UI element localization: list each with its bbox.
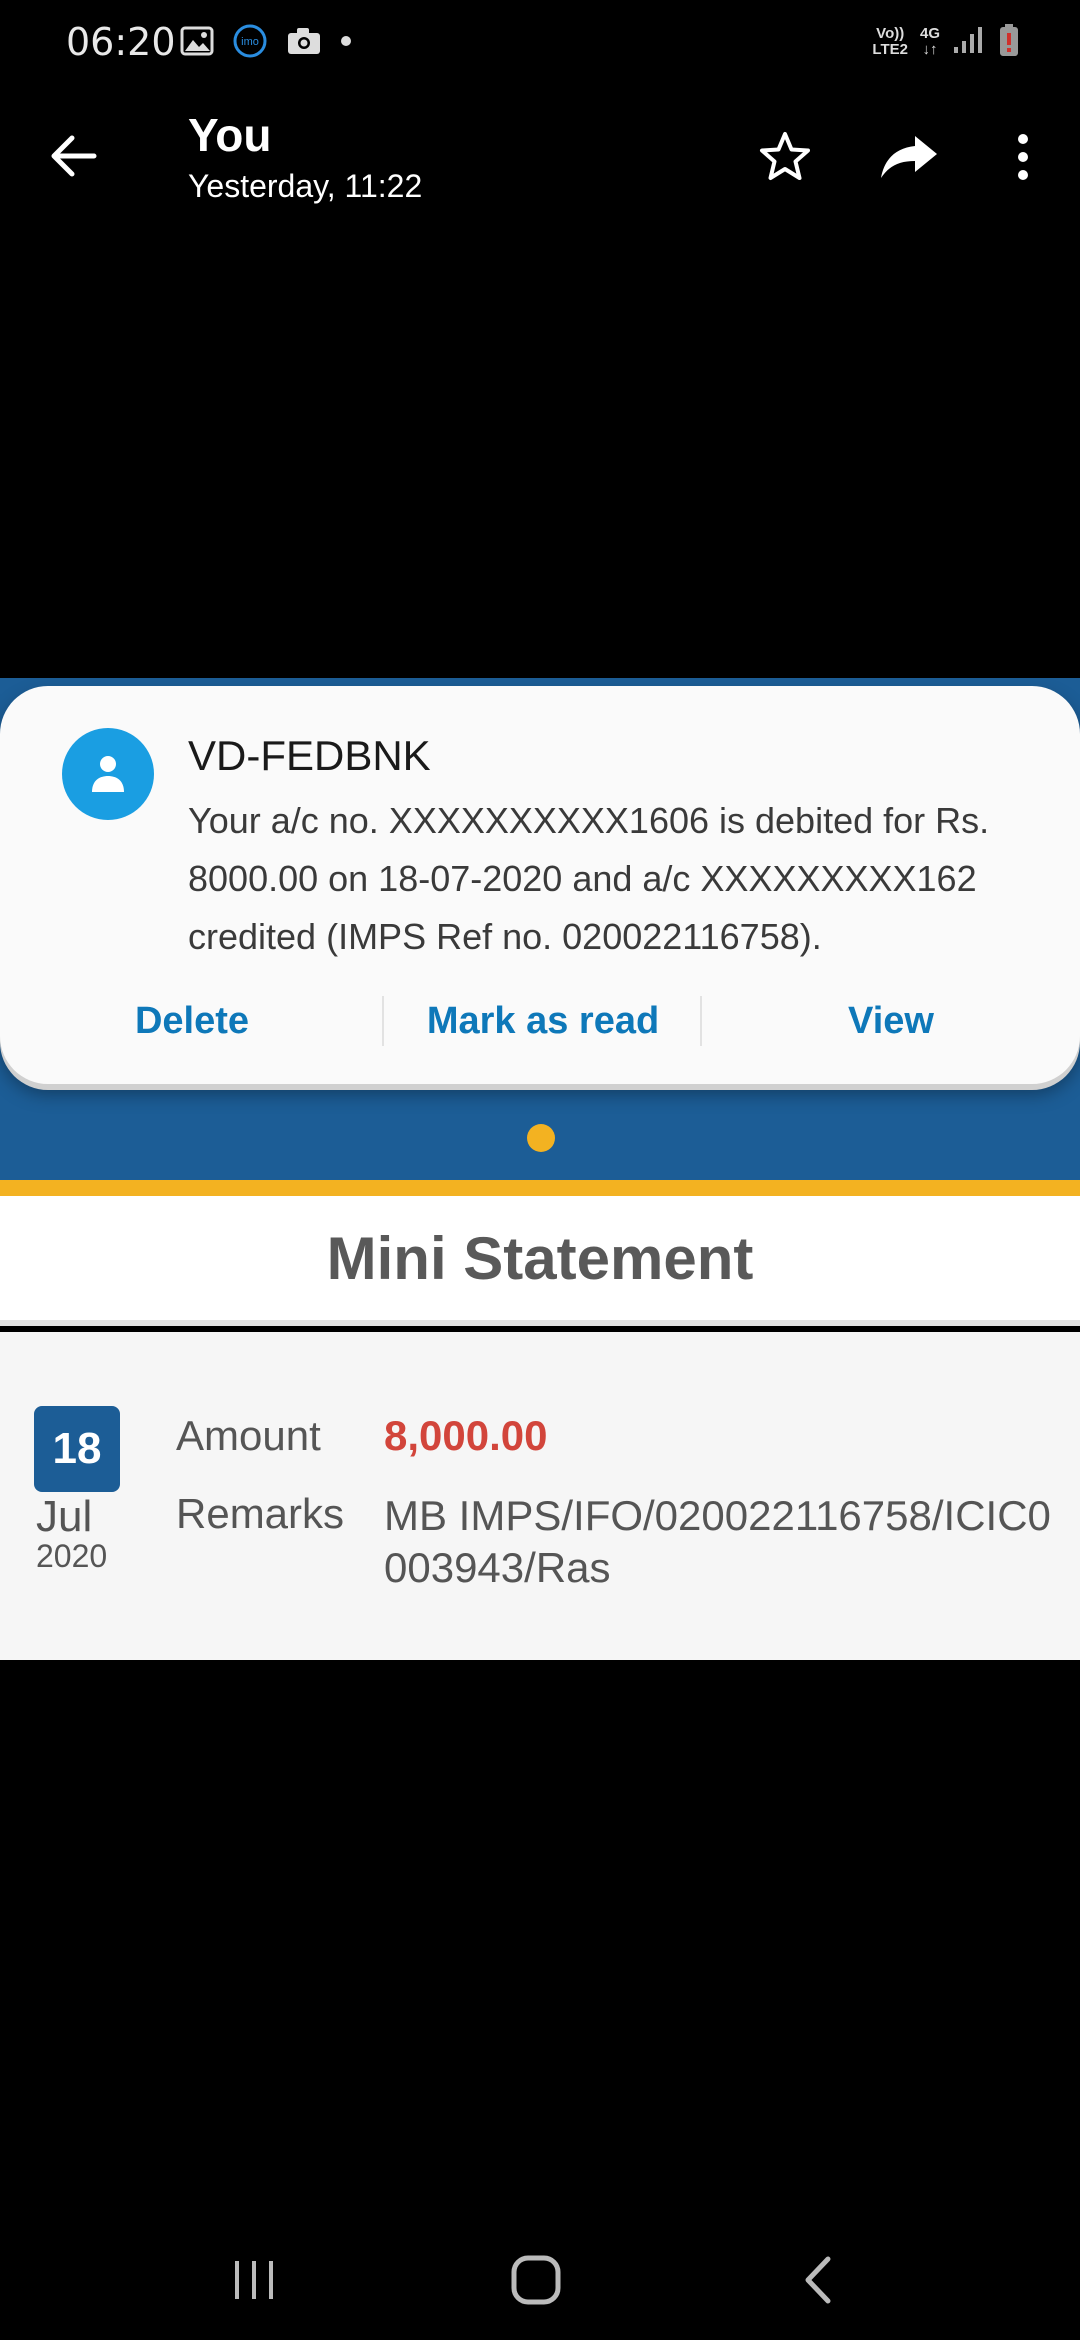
- amount-label: Amount: [176, 1412, 321, 1459]
- more-vert-icon: [1018, 134, 1028, 180]
- conversation-header: You Yesterday, 11:22: [0, 100, 1080, 220]
- page-title: You: [188, 109, 272, 161]
- notification-actions: Delete Mark as read View: [0, 986, 1080, 1056]
- nav-back-button[interactable]: [778, 2240, 858, 2320]
- svg-text:imo: imo: [241, 36, 259, 48]
- status-bar: 06:20 imo Vo)) LTE2 4G ↓↑: [0, 0, 1080, 84]
- home-button[interactable]: [496, 2240, 576, 2320]
- back-icon: [805, 2256, 831, 2304]
- mini-statement-title: Mini Statement: [326, 1224, 754, 1292]
- date-year: 2020: [36, 1538, 108, 1574]
- notification-sender: VD-FEDBNK: [188, 732, 431, 779]
- star-button[interactable]: [752, 124, 818, 190]
- mark-as-read-label: Mark as read: [426, 999, 660, 1042]
- statement-row: 18 Jul 2020 Amount 8,000.00 Remarks MB I…: [0, 1332, 1080, 1660]
- signal-bars-icon: [952, 25, 986, 60]
- camera-icon: [286, 26, 322, 61]
- carousel-indicator-dot: [527, 1124, 555, 1152]
- recents-button[interactable]: [214, 2240, 294, 2320]
- remarks-label: Remarks: [176, 1490, 345, 1537]
- share-button[interactable]: [876, 124, 942, 190]
- date-month: Jul: [36, 1492, 93, 1541]
- image-icon: [180, 26, 214, 61]
- date-day-badge: 18: [34, 1406, 120, 1492]
- recents-icon: [235, 2261, 273, 2299]
- delete-label: Delete: [134, 999, 250, 1042]
- remarks-value: MB IMPS/IFO/020022116758/ICIC0003943/Ras: [384, 1492, 1051, 1591]
- home-icon: [511, 2255, 561, 2305]
- mark-as-read-button[interactable]: Mark as read: [384, 986, 702, 1056]
- view-label: View: [848, 999, 934, 1042]
- data-arrows-icon: ↓↑: [922, 41, 938, 58]
- page-subtitle: Yesterday, 11:22: [188, 168, 423, 204]
- avatar: [62, 728, 154, 820]
- sms-notification[interactable]: VD-FEDBNK Your a/c no. XXXXXXXXXX1606 is…: [0, 686, 1080, 1084]
- back-button[interactable]: [44, 126, 104, 186]
- view-button[interactable]: View: [702, 986, 1080, 1056]
- person-icon: [92, 756, 124, 792]
- more-options-button[interactable]: [990, 124, 1056, 190]
- system-nav-bar: [0, 2220, 1080, 2340]
- status-time: 06:20: [66, 20, 176, 64]
- back-arrow-icon: [51, 135, 97, 177]
- network-indicator: 4G ↓↑: [919, 25, 940, 58]
- status-right-icons: Vo)) LTE2 4G ↓↑: [872, 22, 1020, 62]
- status-left-icons: imo: [180, 24, 352, 62]
- dot-icon: [340, 34, 352, 52]
- mini-statement-header: Mini Statement: [0, 1196, 1080, 1326]
- amount-value: 8,000.00: [384, 1412, 548, 1459]
- banner-divider: [0, 1180, 1080, 1196]
- volte-indicator: Vo)) LTE2: [872, 25, 908, 58]
- imo-icon: imo: [232, 23, 268, 64]
- battery-low-icon: [998, 23, 1020, 62]
- notification-body: Your a/c no. XXXXXXXXXX1606 is debited f…: [188, 800, 990, 957]
- star-icon: [760, 132, 810, 180]
- share-icon: [881, 136, 937, 178]
- delete-button[interactable]: Delete: [0, 986, 384, 1056]
